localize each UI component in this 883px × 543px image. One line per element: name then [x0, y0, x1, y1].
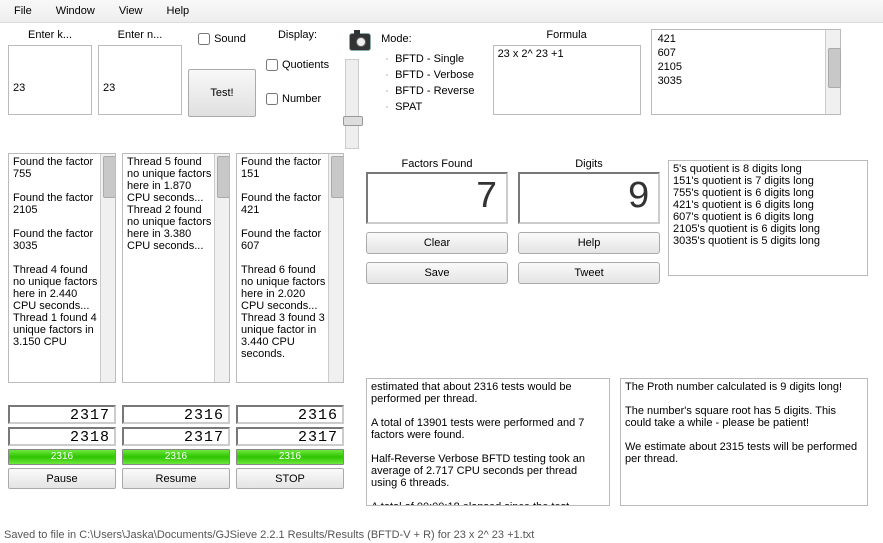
list-item[interactable]: 3035: [656, 74, 820, 88]
list-item[interactable]: 2105: [656, 60, 820, 74]
list-item[interactable]: 607: [656, 46, 820, 60]
list-item[interactable]: 421: [656, 32, 820, 46]
top-value-list[interactable]: 421 607 2105 3035: [651, 29, 841, 115]
menu-view[interactable]: View: [109, 2, 153, 20]
menu-file[interactable]: File: [4, 2, 42, 20]
counter-3a: 2316: [236, 405, 344, 424]
mode-option-spat[interactable]: SPAT: [381, 99, 478, 115]
enter-n-label: Enter n...: [98, 29, 182, 41]
resume-button[interactable]: Resume: [122, 468, 230, 489]
formula-box[interactable]: 23 x 2^ 23 +1: [493, 45, 641, 115]
progress-bar-1: 2316: [8, 449, 116, 465]
camera-icon[interactable]: [349, 33, 371, 51]
status-bar: Saved to file in C:\Users\Jaska\Document…: [4, 529, 534, 541]
scrollbar-icon[interactable]: [100, 154, 115, 382]
digits-display: 9: [518, 172, 660, 224]
menubar: File Window View Help: [0, 0, 883, 23]
tweet-button[interactable]: Tweet: [518, 262, 660, 284]
mode-option-reverse[interactable]: BFTD - Reverse: [381, 83, 478, 99]
save-button[interactable]: Save: [366, 262, 508, 284]
number-checkbox[interactable]: [266, 93, 278, 105]
clear-button[interactable]: Clear: [366, 232, 508, 254]
quotients-list[interactable]: 5's quotient is 8 digits long 151's quot…: [668, 160, 868, 276]
summary-log-right[interactable]: The Proth number calculated is 9 digits …: [620, 378, 868, 506]
test-button[interactable]: Test!: [188, 69, 256, 117]
summary-log-left[interactable]: estimated that about 2316 tests would be…: [366, 378, 610, 506]
counter-3b: 2317: [236, 427, 344, 446]
scrollbar-icon[interactable]: [825, 30, 840, 114]
formula-label: Formula: [493, 29, 641, 41]
mode-option-single[interactable]: BFTD - Single: [381, 51, 478, 67]
help-button[interactable]: Help: [518, 232, 660, 254]
enter-n-input[interactable]: 23: [98, 45, 182, 115]
counter-1a: 2317: [8, 405, 116, 424]
quotients-label: Quotients: [282, 59, 329, 71]
mode-label: Mode:: [381, 31, 478, 47]
sound-checkbox[interactable]: [198, 33, 210, 45]
factors-found-display: 7: [366, 172, 508, 224]
stop-button[interactable]: STOP: [236, 468, 344, 489]
digits-label: Digits: [518, 158, 660, 170]
thread-log-3[interactable]: Found the factor 151 Found the factor 42…: [236, 153, 344, 383]
quotients-checkbox[interactable]: [266, 59, 278, 71]
counter-2b: 2317: [122, 427, 230, 446]
menu-window[interactable]: Window: [46, 2, 105, 20]
display-label: Display:: [266, 29, 329, 41]
pause-button[interactable]: Pause: [8, 468, 116, 489]
mode-option-verbose[interactable]: BFTD - Verbose: [381, 67, 478, 83]
progress-bar-2: 2316: [122, 449, 230, 465]
counter-1b: 2318: [8, 427, 116, 446]
scrollbar-icon[interactable]: [328, 154, 343, 382]
counter-2a: 2316: [122, 405, 230, 424]
progress-bar-3: 2316: [236, 449, 344, 465]
number-label: Number: [282, 93, 321, 105]
enter-k-input[interactable]: 23: [8, 45, 92, 115]
scrollbar-icon[interactable]: [214, 154, 229, 382]
factors-found-label: Factors Found: [366, 158, 508, 170]
thread-log-1[interactable]: Found the factor 755 Found the factor 21…: [8, 153, 116, 383]
menu-help[interactable]: Help: [157, 2, 200, 20]
sound-label: Sound: [214, 33, 246, 45]
enter-k-label: Enter k...: [8, 29, 92, 41]
mode-slider[interactable]: [345, 59, 359, 149]
thread-log-2[interactable]: Thread 5 found no unique factors here in…: [122, 153, 230, 383]
